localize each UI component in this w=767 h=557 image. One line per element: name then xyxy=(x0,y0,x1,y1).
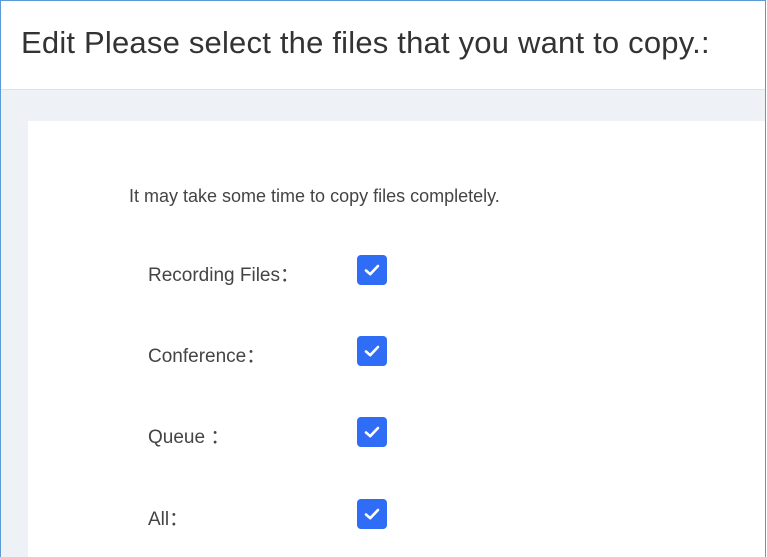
checkmark-icon xyxy=(364,264,380,276)
all-checkbox[interactable] xyxy=(357,499,387,529)
queue-label: Queue ： xyxy=(148,427,230,448)
dialog-title: Edit Please select the files that you wa… xyxy=(21,25,710,60)
recording-files-checkbox[interactable] xyxy=(357,255,387,285)
checkmark-icon xyxy=(364,345,380,357)
conference-checkbox[interactable] xyxy=(357,336,387,366)
recording-files-label: Recording Files： xyxy=(148,265,299,286)
all-label: All： xyxy=(148,509,189,530)
checkmark-icon xyxy=(364,508,380,520)
dialog-header: Edit Please select the files that you wa… xyxy=(1,1,765,90)
conference-label: Conference： xyxy=(148,346,266,367)
checkmark-icon xyxy=(364,426,380,438)
copy-time-notice: It may take some time to copy files comp… xyxy=(129,186,500,206)
options-panel: It may take some time to copy files comp… xyxy=(28,121,765,557)
queue-checkbox[interactable] xyxy=(357,417,387,447)
copy-files-dialog: Edit Please select the files that you wa… xyxy=(0,0,766,557)
